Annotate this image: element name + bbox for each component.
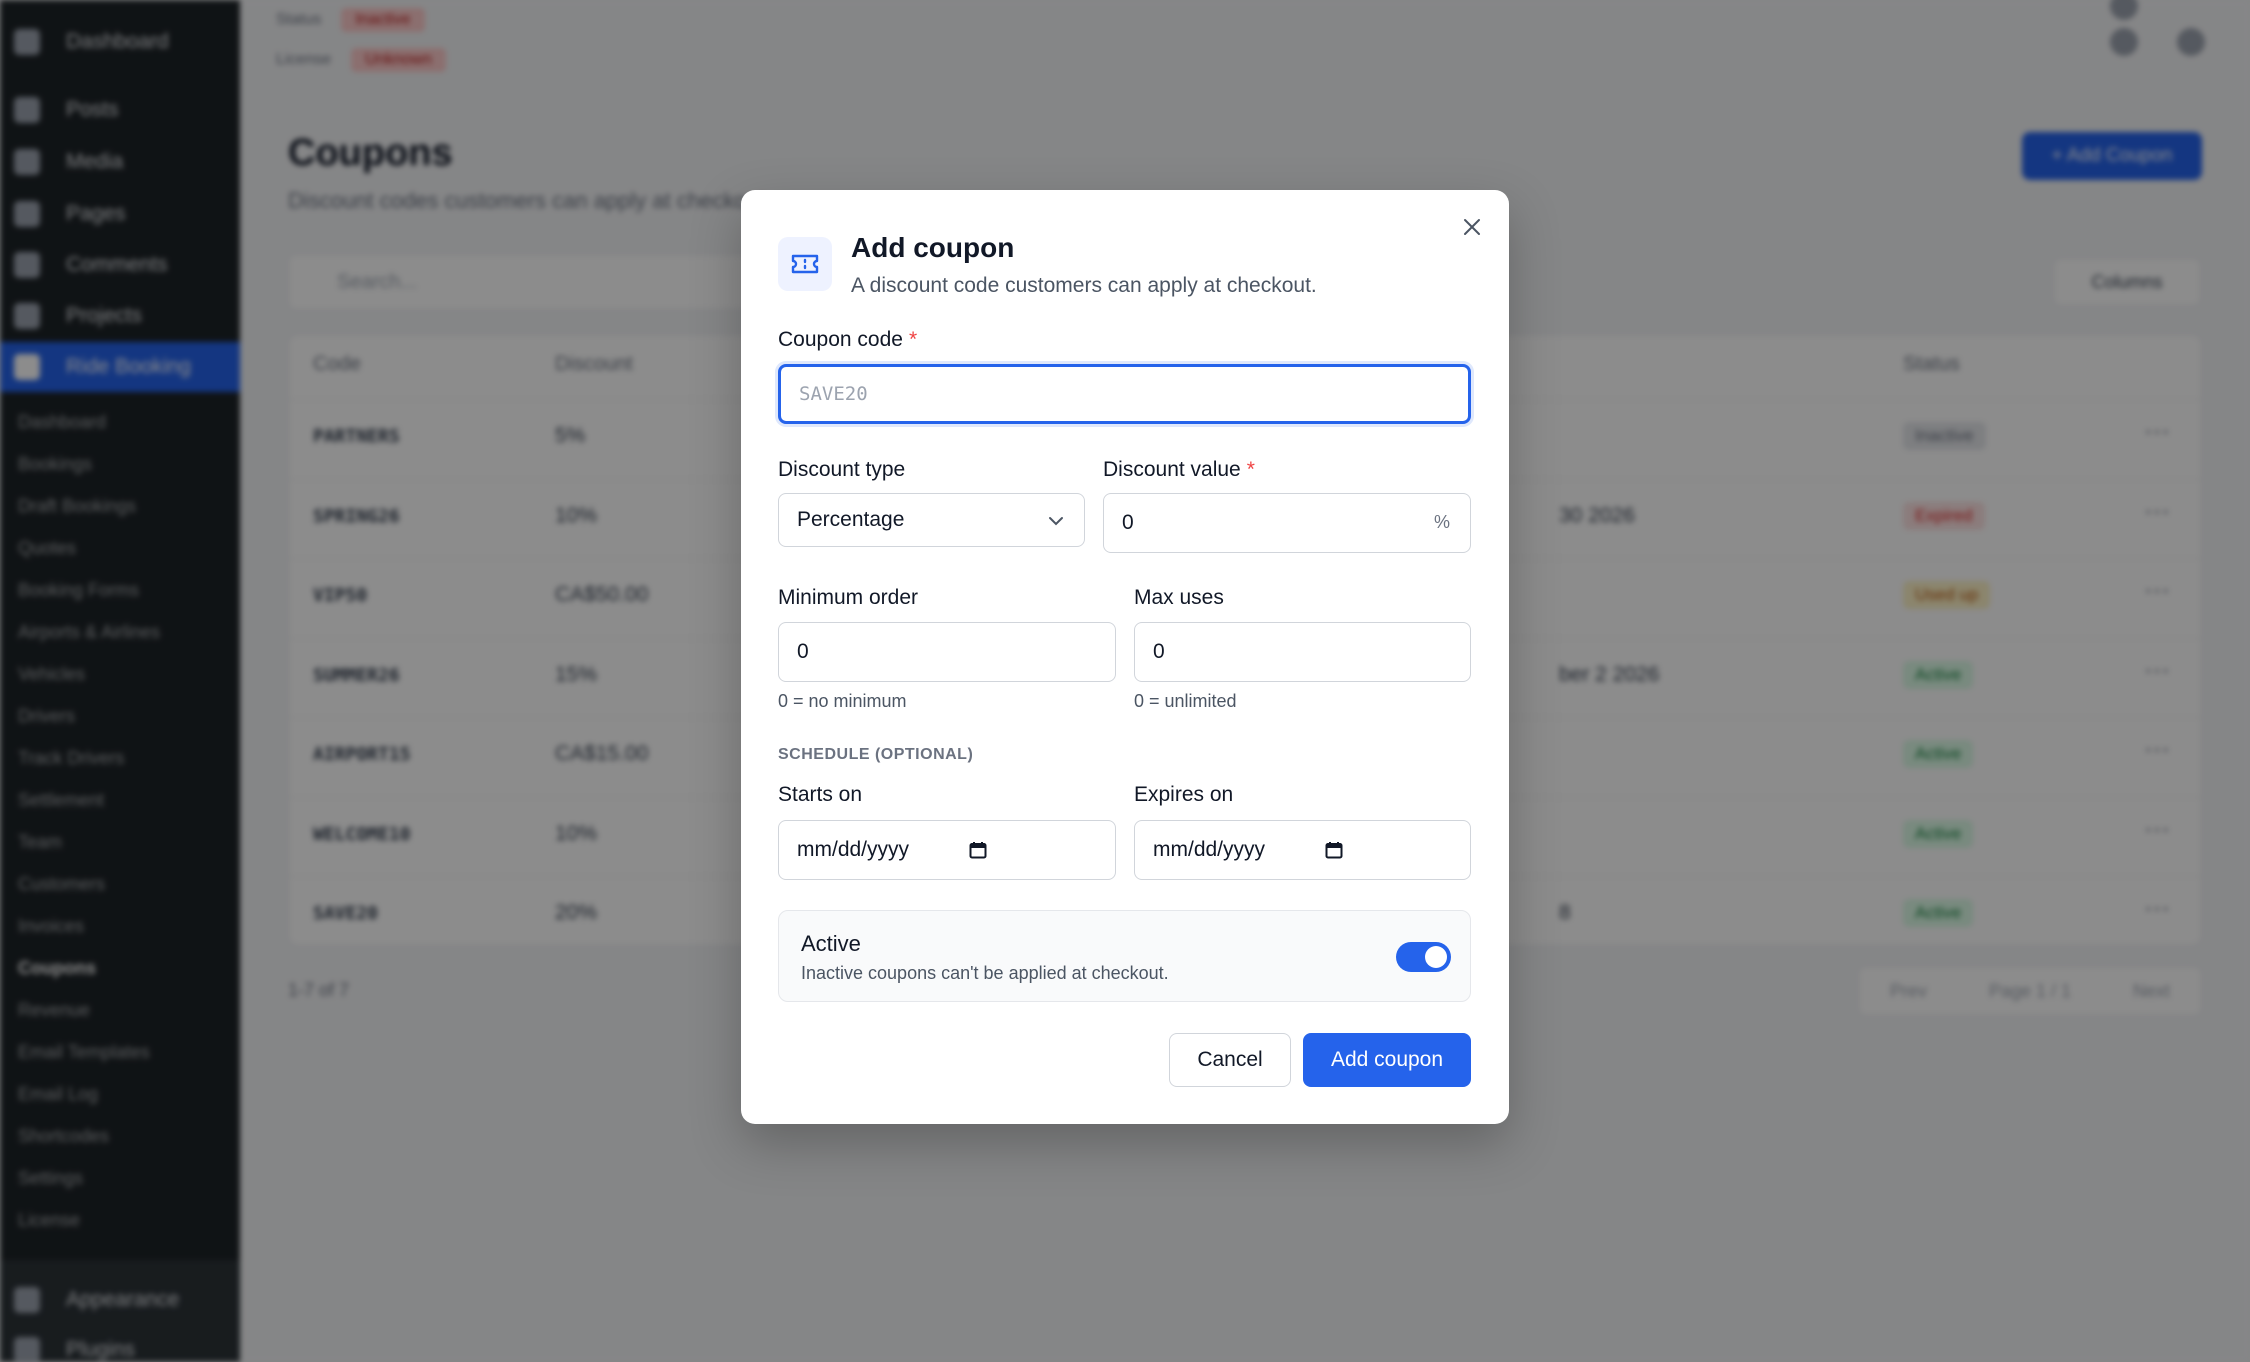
discount-type-label: Discount type (778, 458, 906, 481)
active-description: Inactive coupons can't be applied at che… (801, 963, 1169, 983)
discount-value-input[interactable]: 0 % (1103, 493, 1471, 553)
max-uses-hint: 0 = unlimited (1134, 691, 1237, 711)
coupon-code-placeholder: SAVE20 (799, 383, 868, 405)
discount-value-label: Discount value * (1103, 458, 1255, 481)
calendar-icon[interactable] (1325, 841, 1343, 859)
max-uses-value: 0 (1153, 640, 1165, 663)
close-button[interactable] (1458, 213, 1486, 241)
discount-value-text: 0 (1122, 511, 1134, 534)
dialog-title: Add coupon (851, 232, 1015, 263)
dialog-description: A discount code customers can apply at c… (851, 274, 1317, 297)
discount-type-select[interactable]: Percentage (778, 493, 1085, 547)
add-coupon-dialog: Add coupon A discount code customers can… (741, 190, 1509, 1124)
coupon-code-label: Coupon code * (778, 328, 918, 351)
max-uses-label: Max uses (1134, 586, 1224, 609)
expires-on-input[interactable]: mm/dd/yyyy (1134, 820, 1471, 880)
coupon-code-input[interactable]: SAVE20 (778, 364, 1471, 424)
minimum-order-hint: 0 = no minimum (778, 691, 907, 711)
cancel-button[interactable]: Cancel (1169, 1033, 1291, 1087)
ticket-icon-box (778, 237, 832, 291)
expires-on-placeholder: mm/dd/yyyy (1153, 838, 1266, 861)
max-uses-input[interactable]: 0 (1134, 622, 1471, 682)
calendar-icon[interactable] (969, 841, 987, 859)
chevron-down-icon (1049, 517, 1063, 526)
starts-on-placeholder: mm/dd/yyyy (797, 838, 910, 861)
percent-suffix: % (1433, 512, 1450, 532)
toggle-knob (1425, 946, 1447, 968)
add-coupon-submit-button[interactable]: Add coupon (1303, 1033, 1471, 1087)
schedule-heading: SCHEDULE (OPTIONAL) (778, 746, 974, 763)
close-icon (1464, 219, 1480, 235)
active-toggle[interactable] (1396, 942, 1451, 972)
ticket-icon (791, 254, 819, 274)
expires-on-label: Expires on (1134, 783, 1234, 806)
starts-on-input[interactable]: mm/dd/yyyy (778, 820, 1116, 880)
discount-type-value: Percentage (797, 508, 905, 531)
required-marker: * (1246, 458, 1255, 481)
required-marker: * (908, 328, 918, 351)
minimum-order-input[interactable]: 0 (778, 622, 1116, 682)
minimum-order-value: 0 (797, 640, 809, 663)
minimum-order-label: Minimum order (778, 586, 919, 609)
active-setting-card: Active Inactive coupons can't be applied… (778, 910, 1471, 1002)
starts-on-label: Starts on (778, 783, 863, 806)
active-title: Active (801, 931, 861, 956)
